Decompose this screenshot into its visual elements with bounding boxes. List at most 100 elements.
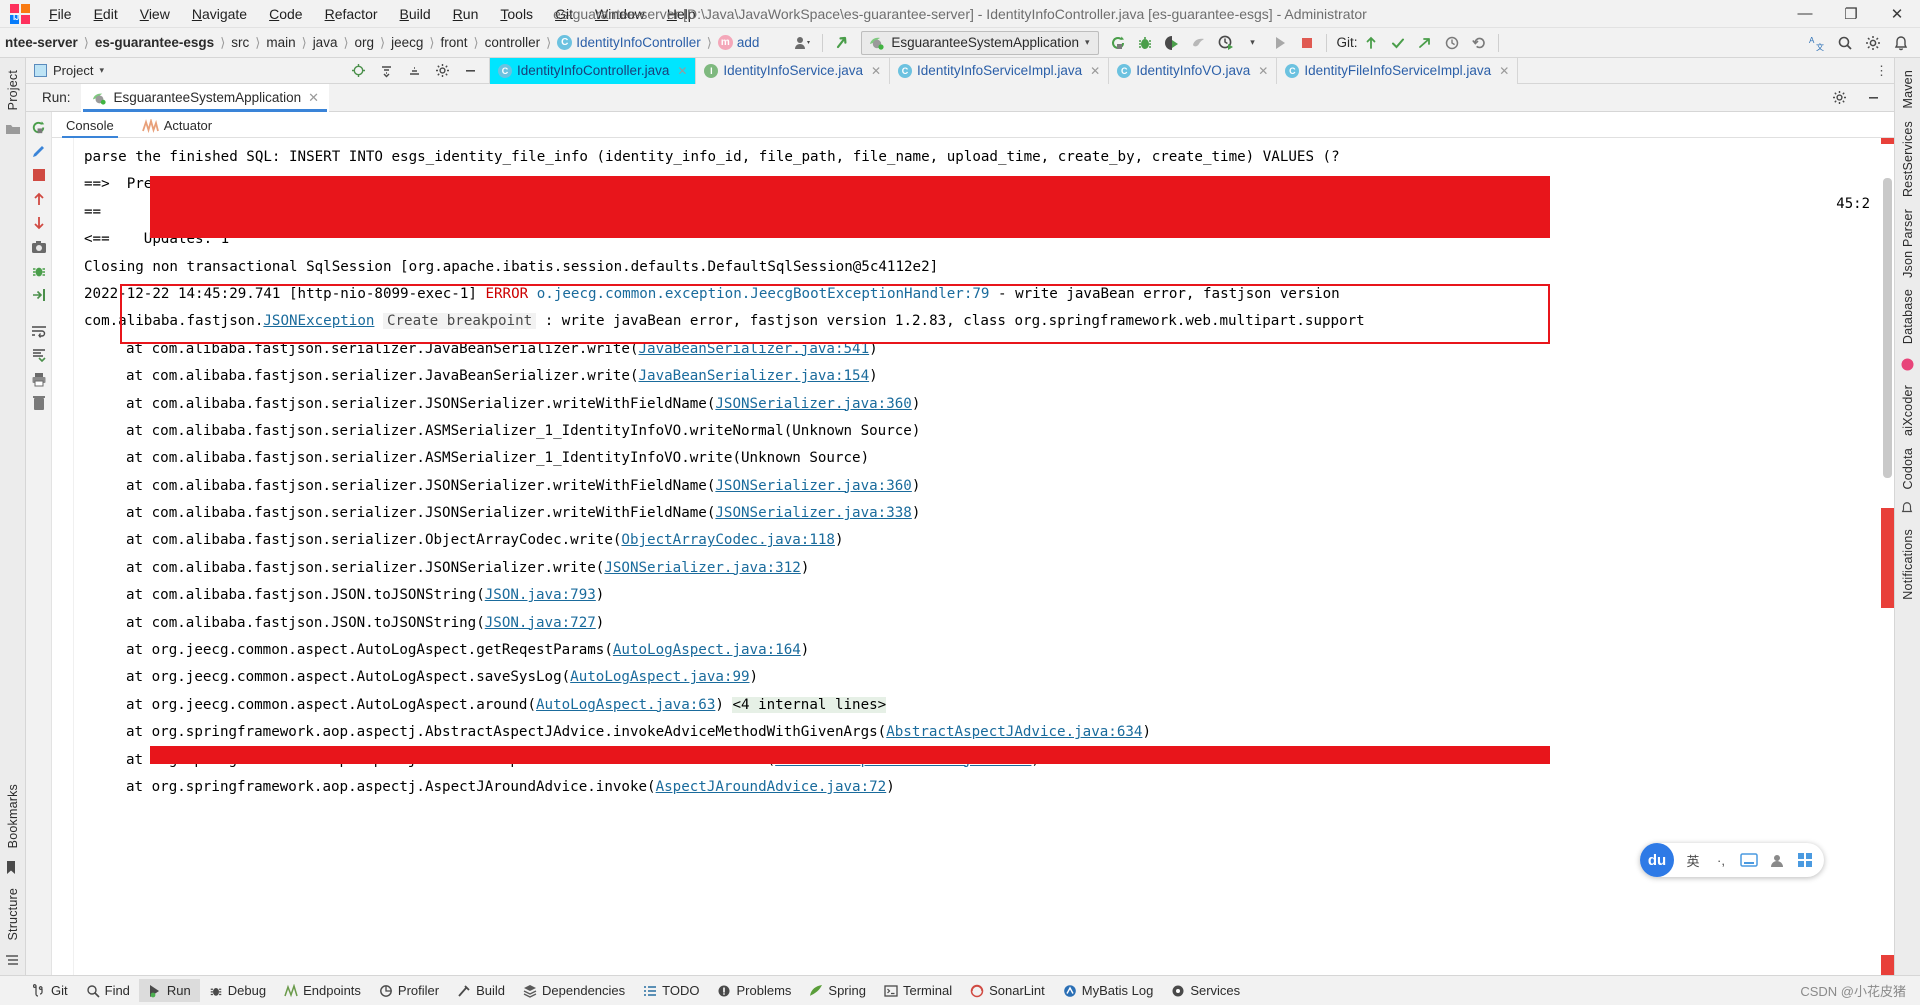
console-stack-link[interactable]: AspectJAroundAdvice.java:72	[656, 779, 887, 795]
console-stack-link[interactable]: AbstractAspectJAdvice.java:634	[886, 724, 1142, 740]
editor-tab-0[interactable]: C IdentityInfoController.java ✕	[490, 57, 697, 84]
run-with-profiler-icon[interactable]	[1213, 31, 1239, 55]
git-push-icon[interactable]	[1412, 31, 1438, 55]
clear-all-icon[interactable]	[28, 392, 50, 414]
chevron-down-icon[interactable]: ▾	[99, 65, 104, 76]
breadcrumb-item-2[interactable]: src	[226, 33, 254, 52]
console-stack-link[interactable]: JSON.java:793	[485, 587, 596, 603]
grid-icon[interactable]	[1796, 852, 1814, 868]
console-stack-link[interactable]: AutoLogAspect.java:164	[613, 642, 801, 658]
breadcrumb-item-6[interactable]: jeecg	[386, 33, 428, 52]
menu-build[interactable]: Build	[389, 2, 442, 26]
import-icon[interactable]	[28, 284, 50, 306]
error-marker[interactable]	[1881, 508, 1894, 608]
console-line[interactable]: at com.alibaba.fastjson.serializer.JavaB…	[84, 363, 1894, 390]
editor-tab-3[interactable]: C IdentityInfoVO.java ✕	[1109, 57, 1278, 84]
status-item-mybatis-log[interactable]: MyBatis Log	[1054, 979, 1163, 1002]
close-icon[interactable]: ✕	[1499, 64, 1509, 78]
updates-icon[interactable]	[829, 31, 855, 55]
hide-run-window-icon[interactable]	[1860, 86, 1886, 110]
sidebar-item-maven[interactable]: Maven	[1901, 70, 1915, 109]
console-stack-link[interactable]: JSONSerializer.java:360	[715, 396, 911, 412]
sidebar-item-json-parser[interactable]: Json Parser	[1901, 209, 1915, 278]
console-line[interactable]: at org.springframework.aop.aspectj.Aspec…	[84, 774, 1894, 801]
console-line[interactable]: at com.alibaba.fastjson.serializer.JSONS…	[84, 500, 1894, 527]
thread-dump-icon[interactable]	[28, 260, 50, 282]
ime-punctuation-toggle[interactable]: ·,	[1712, 853, 1730, 868]
console-stack-link[interactable]: JavaBeanSerializer.java:154	[639, 368, 870, 384]
menu-tools[interactable]: Tools	[489, 2, 544, 26]
close-icon[interactable]: ✕	[677, 64, 687, 78]
breadcrumb-item-4[interactable]: java	[308, 33, 343, 52]
sidebar-item-codota[interactable]: Codota	[1901, 448, 1915, 490]
console-line[interactable]: at com.alibaba.fastjson.serializer.ASMSe…	[84, 418, 1894, 445]
menu-edit[interactable]: Edit	[83, 2, 129, 26]
notifications-icon[interactable]	[1888, 31, 1914, 55]
ime-language-toggle[interactable]: 英	[1684, 851, 1702, 870]
git-commit-icon[interactable]	[1385, 31, 1411, 55]
edit-configuration-icon[interactable]	[28, 140, 50, 162]
status-item-find[interactable]: Find	[77, 979, 139, 1002]
status-item-dependencies[interactable]: Dependencies	[514, 979, 634, 1002]
menu-file[interactable]: File	[38, 2, 83, 26]
console-output[interactable]: parse the finished SQL: INSERT INTO esgs…	[74, 138, 1894, 975]
status-item-sonarlint[interactable]: SonarLint	[961, 979, 1054, 1002]
search-everywhere-icon[interactable]	[1832, 31, 1858, 55]
git-update-icon[interactable]	[1358, 31, 1384, 55]
status-item-todo[interactable]: TODO	[634, 979, 708, 1002]
sidebar-item-database[interactable]: Database	[1901, 289, 1915, 344]
console-stack-link[interactable]: JSONSerializer.java:338	[715, 505, 911, 521]
rerun-icon[interactable]	[28, 116, 50, 138]
create-breakpoint-hint[interactable]: Create breakpoint	[382, 313, 537, 330]
stop-icon[interactable]	[28, 164, 50, 186]
locate-file-icon[interactable]	[345, 59, 371, 83]
tab-console[interactable]: Console	[62, 116, 118, 138]
wrap-text-icon[interactable]	[28, 320, 50, 342]
tabs-overflow-icon[interactable]: ⋮	[1869, 58, 1894, 84]
sidebar-item-bookmarks[interactable]: Bookmarks	[6, 784, 20, 848]
console-stack-link[interactable]: JSONSerializer.java:312	[604, 560, 800, 576]
console-output-wrapper[interactable]: parse the finished SQL: INSERT INTO esgs…	[52, 138, 1894, 975]
console-line[interactable]: com.alibaba.fastjson.JSONException Creat…	[84, 308, 1894, 335]
console-line[interactable]: at org.jeecg.common.aspect.AutoLogAspect…	[84, 637, 1894, 664]
expand-all-icon[interactable]	[401, 59, 427, 83]
debug-icon[interactable]	[1132, 31, 1158, 55]
console-line[interactable]: at org.jeecg.common.aspect.AutoLogAspect…	[84, 664, 1894, 691]
menu-git[interactable]: Git	[544, 2, 584, 26]
console-line[interactable]: at com.alibaba.fastjson.serializer.JSONS…	[84, 555, 1894, 582]
collapse-all-icon[interactable]	[373, 59, 399, 83]
console-line[interactable]: at com.alibaba.fastjson.serializer.Objec…	[84, 527, 1894, 554]
status-item-git[interactable]: Git	[24, 979, 77, 1002]
console-line[interactable]: at org.springframework.aop.aspectj.Abstr…	[84, 719, 1894, 746]
sidebar-item-aixcoder[interactable]: aiXcoder	[1901, 385, 1915, 436]
menu-view[interactable]: View	[129, 2, 181, 26]
console-stack-link[interactable]: ObjectArrayCodec.java:118	[621, 532, 835, 548]
console-line[interactable]: Closing non transactional SqlSession [or…	[84, 254, 1894, 281]
settings-icon[interactable]	[1860, 31, 1886, 55]
ime-floating-toolbar[interactable]: du 英 ·,	[1640, 843, 1824, 877]
sidebar-item-notifications[interactable]: Notifications	[1901, 529, 1915, 600]
console-line[interactable]: at com.alibaba.fastjson.JSON.toJSONStrin…	[84, 582, 1894, 609]
keyboard-icon[interactable]	[1740, 853, 1758, 867]
profiler-icon[interactable]	[1186, 31, 1212, 55]
console-line[interactable]: parse the finished SQL: INSERT INTO esgs…	[84, 144, 1894, 171]
error-marker[interactable]	[1881, 138, 1894, 144]
breadcrumb-item-7[interactable]: front	[435, 33, 472, 52]
editor-tab-1[interactable]: I IdentityInfoService.java ✕	[696, 57, 891, 84]
console-folded-lines[interactable]: <4 internal lines>	[732, 696, 887, 713]
close-icon[interactable]: ✕	[1090, 64, 1100, 78]
avatar-dropdown-icon[interactable]	[790, 31, 816, 55]
sidebar-item-project[interactable]: Project	[6, 70, 20, 110]
console-line[interactable]: at com.alibaba.fastjson.serializer.ASMSe…	[84, 445, 1894, 472]
close-button[interactable]: ✕	[1874, 0, 1920, 28]
status-item-profiler[interactable]: Profiler	[370, 979, 448, 1002]
menu-refactor[interactable]: Refactor	[314, 2, 389, 26]
console-line[interactable]: 2022-12-22 14:45:29.741 [http-nio-8099-e…	[84, 281, 1894, 308]
error-marker[interactable]	[1881, 955, 1894, 975]
menu-help[interactable]: Help	[656, 2, 707, 26]
breadcrumb-item-5[interactable]: org	[350, 33, 380, 52]
run-dropdown-icon[interactable]: ▾	[1240, 31, 1266, 55]
translate-icon[interactable]: A文	[1804, 31, 1830, 55]
editor-tab-2[interactable]: C IdentityInfoServiceImpl.java ✕	[890, 57, 1110, 84]
console-line[interactable]: at com.alibaba.fastjson.JSON.toJSONStrin…	[84, 610, 1894, 637]
